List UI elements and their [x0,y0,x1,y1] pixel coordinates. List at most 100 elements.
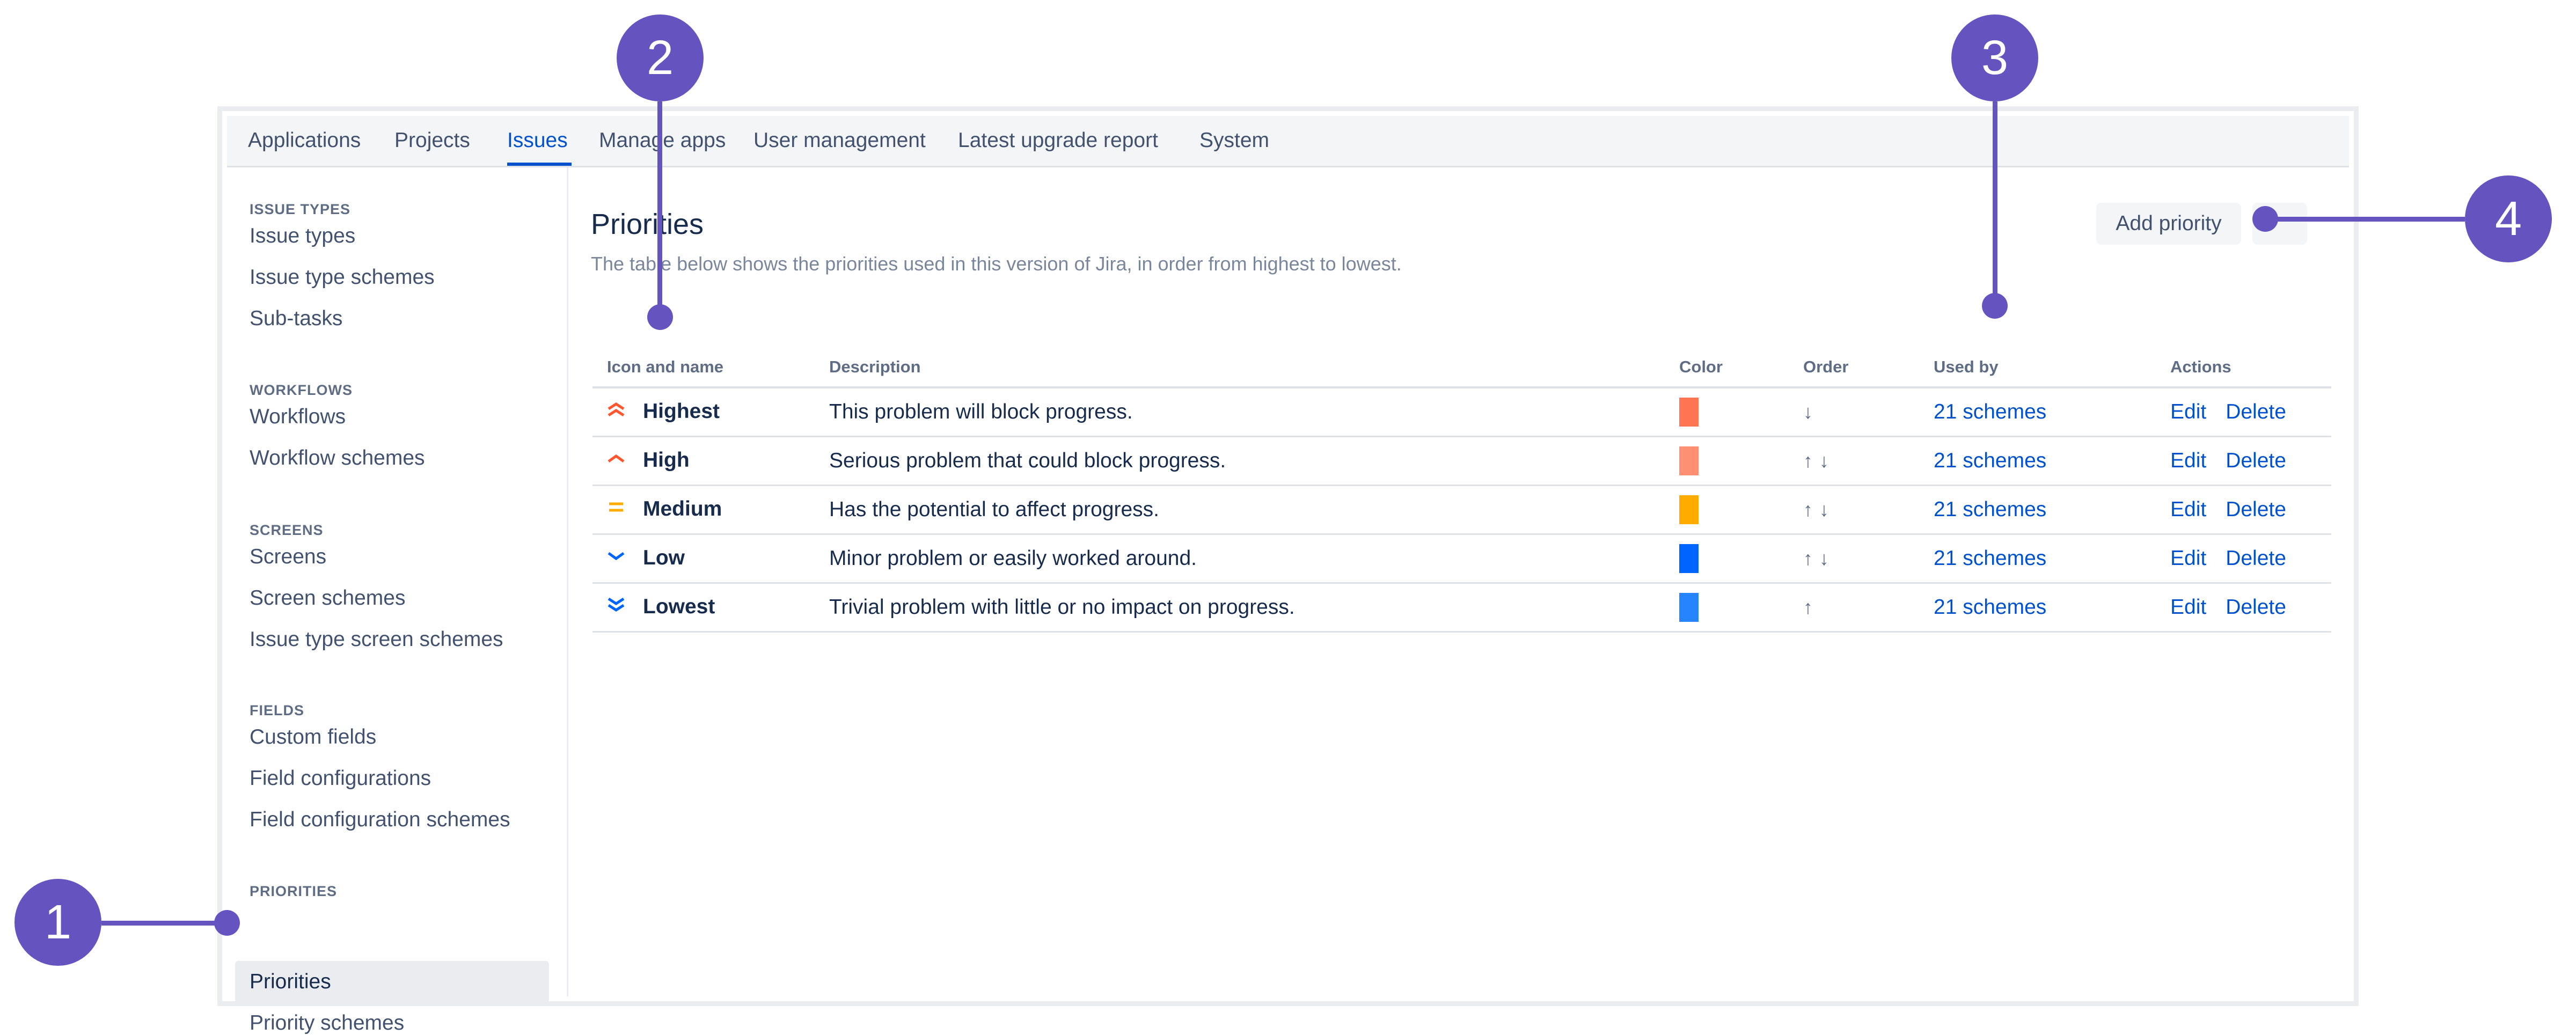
delete-link[interactable]: Delete [2226,547,2286,570]
equals-icon [605,497,627,522]
header-actions: Actions [2170,335,2331,388]
add-priority-button[interactable]: Add priority [2096,203,2241,245]
tab-latest-upgrade-report[interactable]: Latest upgrade report [958,129,1158,152]
color-swatch[interactable] [1679,593,1699,622]
table-row: Medium Has the potential to affect progr… [592,485,2331,535]
priority-description: This problem will block progress. [829,387,1679,437]
priority-description: Has the potential to affect progress. [829,485,1679,535]
callout-1-line [101,921,227,926]
priority-name: Lowest [643,594,715,618]
callout-3: 3 [1951,14,2038,101]
callout-1: 1 [14,879,101,966]
sidebar-item-issue-types[interactable]: Issue types [250,224,355,248]
color-swatch[interactable] [1679,544,1699,573]
header-description: Description [829,335,1679,388]
used-by-link[interactable]: 21 schemes [1934,449,2046,472]
page-description: The table below shows the priorities use… [591,253,1402,275]
tab-system[interactable]: System [1199,129,1269,152]
priority-name: High [643,448,690,472]
tab-applications[interactable]: Applications [248,129,361,152]
sidebar-item-sub-tasks[interactable]: Sub-tasks [250,307,342,331]
tab-projects[interactable]: Projects [394,129,470,152]
move-down-arrow[interactable]: ↓ [1819,547,1829,569]
double-chevron-up-icon [605,400,627,424]
sidebar-heading-screens: SCREENS [250,522,324,538]
priority-name: Highest [643,399,720,423]
used-by-link[interactable]: 21 schemes [1934,547,2046,570]
move-up-arrow[interactable]: ↑ [1803,498,1813,520]
move-up-arrow[interactable]: ↑ [1803,450,1813,472]
callout-2: 2 [617,14,704,101]
move-down-arrow[interactable]: ↓ [1803,401,1813,423]
sidebar-item-issue-type-schemes[interactable]: Issue type schemes [250,266,435,289]
edit-link[interactable]: Edit [2170,596,2206,619]
callout-4-line [2270,217,2465,222]
sidebar-heading-issue-types: ISSUE TYPES [250,201,351,217]
table-row: Highest This problem will block progress… [592,387,2331,437]
top-navigation: Applications Projects Issues Manage apps… [227,116,2349,167]
priority-description: Trivial problem with little or no impact… [829,583,1679,633]
admin-window: Applications Projects Issues Manage apps… [217,106,2552,1034]
chevron-down-icon [605,546,627,571]
priority-description: Minor problem or easily worked around. [829,534,1679,584]
priority-name: Low [643,546,685,569]
color-swatch[interactable] [1679,495,1699,524]
delete-link[interactable]: Delete [2226,400,2286,423]
move-down-arrow[interactable]: ↓ [1819,450,1829,472]
priority-description: Serious problem that could block progres… [829,436,1679,486]
double-chevron-down-icon [605,595,627,620]
callout-3-dot [1982,293,2008,319]
color-swatch[interactable] [1679,398,1699,427]
used-by-link[interactable]: 21 schemes [1934,596,2046,619]
used-by-link[interactable]: 21 schemes [1934,498,2046,521]
delete-link[interactable]: Delete [2226,596,2286,619]
sidebar-item-screens[interactable]: Screens [250,545,326,569]
priority-name: Medium [643,497,722,520]
callout-4: 4 [2465,175,2552,262]
tab-issues[interactable]: Issues [507,129,568,152]
callout-2-line [657,101,662,317]
header-icon-and-name: Icon and name [592,335,829,388]
sidebar-item-field-configuration-schemes[interactable]: Field configuration schemes [250,808,510,832]
sidebar-item-screen-schemes[interactable]: Screen schemes [250,586,405,610]
delete-link[interactable]: Delete [2226,498,2286,521]
edit-link[interactable]: Edit [2170,498,2206,521]
tab-manage-apps[interactable]: Manage apps [599,129,726,152]
sidebar-item-custom-fields[interactable]: Custom fields [250,725,376,749]
table-header-row: Icon and name Description Color Order Us… [592,335,2331,388]
sidebar-item-priorities[interactable]: Priorities [250,970,331,994]
sidebar-heading-priorities: PRIORITIES [250,883,338,899]
callout-1-dot [214,910,240,936]
active-tab-indicator [507,163,572,166]
move-up-arrow[interactable]: ↑ [1803,547,1813,569]
callout-2-dot [647,304,673,330]
priorities-table: Icon and name Description Color Order Us… [592,335,2331,633]
table-row: Lowest Trivial problem with little or no… [592,583,2331,633]
sidebar-item-issue-type-screen-schemes[interactable]: Issue type screen schemes [250,628,503,651]
color-swatch[interactable] [1679,446,1699,475]
edit-link[interactable]: Edit [2170,547,2206,570]
table-row: Low Minor problem or easily worked aroun… [592,534,2331,584]
main-content: Priorities The table below shows the pri… [568,167,2552,996]
sidebar: ISSUE TYPES Issue types Issue type schem… [227,167,568,1034]
callout-3-line [1993,101,1997,306]
header-color: Color [1679,335,1803,388]
sidebar-heading-workflows: WORKFLOWS [250,382,353,398]
sidebar-item-workflows[interactable]: Workflows [250,405,346,429]
callout-4-dot [2252,206,2278,232]
tab-user-management[interactable]: User management [753,129,926,152]
edit-link[interactable]: Edit [2170,449,2206,472]
move-up-arrow[interactable]: ↑ [1803,596,1813,618]
used-by-link[interactable]: 21 schemes [1934,400,2046,423]
table-row: High Serious problem that could block pr… [592,436,2331,486]
edit-link[interactable]: Edit [2170,400,2206,423]
sidebar-item-priority-schemes[interactable]: Priority schemes [250,1011,404,1035]
sidebar-item-field-configurations[interactable]: Field configurations [250,767,431,790]
chevron-up-icon [605,449,627,473]
sidebar-item-workflow-schemes[interactable]: Workflow schemes [250,446,425,470]
header-used-by: Used by [1934,335,2170,388]
sidebar-heading-fields: FIELDS [250,702,305,718]
delete-link[interactable]: Delete [2226,449,2286,472]
move-down-arrow[interactable]: ↓ [1819,498,1829,520]
page-title: Priorities [591,208,704,240]
